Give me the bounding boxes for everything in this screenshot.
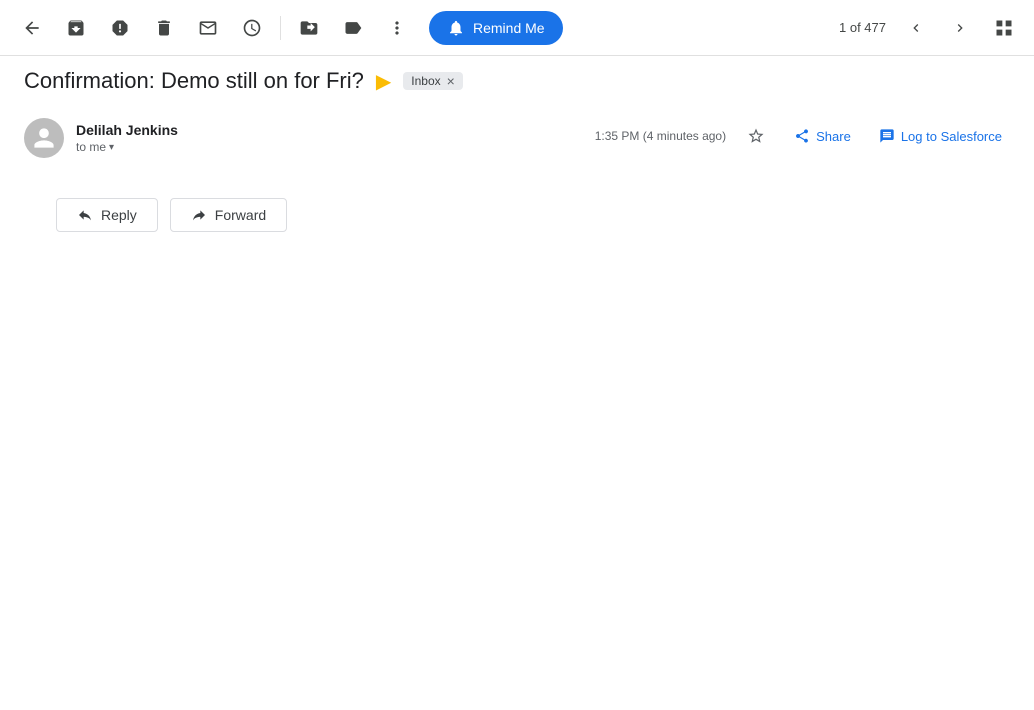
- back-button[interactable]: [12, 8, 52, 48]
- snooze-button[interactable]: [232, 8, 272, 48]
- label-as-button[interactable]: [333, 8, 373, 48]
- tag-arrow-icon: ▶: [376, 69, 391, 94]
- sender-to[interactable]: to me ▾: [76, 140, 178, 154]
- forward-icon: [191, 207, 207, 223]
- salesforce-icon: [879, 128, 895, 144]
- mark-unread-button[interactable]: [188, 8, 228, 48]
- inbox-badge-close-button[interactable]: ×: [447, 74, 455, 88]
- toolbar-divider: [280, 16, 281, 40]
- sender-details: Delilah Jenkins to me ▾: [76, 122, 178, 154]
- next-email-button[interactable]: [942, 10, 978, 46]
- pagination: 1 of 477: [839, 20, 890, 35]
- chevron-left-icon: [908, 20, 924, 36]
- sender-avatar: [24, 118, 64, 158]
- email-toolbar: Remind Me 1 of 477: [0, 0, 1034, 56]
- toolbar-right: 1 of 477: [839, 10, 1022, 46]
- share-label: Share: [816, 129, 851, 144]
- message-meta-right: 1:35 PM (4 minutes ago) Share Log to Sal…: [595, 118, 1010, 154]
- move-to-button[interactable]: [289, 8, 329, 48]
- message-header: Delilah Jenkins to me ▾ 1:35 PM (4 minut…: [24, 110, 1010, 166]
- inbox-badge: Inbox ×: [403, 72, 463, 90]
- toolbar-left: Remind Me: [12, 8, 835, 48]
- chevron-right-icon: [952, 20, 968, 36]
- star-icon: [747, 127, 765, 145]
- sender-name: Delilah Jenkins: [76, 122, 178, 138]
- star-button[interactable]: [738, 118, 774, 154]
- pagination-text: 1 of 477: [839, 20, 886, 35]
- snooze-icon: [242, 18, 262, 38]
- inbox-badge-label: Inbox: [411, 74, 440, 88]
- log-salesforce-label: Log to Salesforce: [901, 129, 1002, 144]
- message-area: Delilah Jenkins to me ▾ 1:35 PM (4 minut…: [0, 102, 1034, 174]
- grid-view-button[interactable]: [986, 10, 1022, 46]
- archive-button[interactable]: [56, 8, 96, 48]
- more-options-button[interactable]: [377, 8, 417, 48]
- forward-button[interactable]: Forward: [170, 198, 287, 232]
- forward-label: Forward: [215, 207, 266, 223]
- avatar-icon: [32, 126, 56, 150]
- report-spam-icon: [110, 18, 130, 38]
- delete-icon: [154, 18, 174, 38]
- message-timestamp: 1:35 PM (4 minutes ago): [595, 129, 726, 143]
- prev-email-button[interactable]: [898, 10, 934, 46]
- remind-me-label: Remind Me: [473, 20, 545, 36]
- more-options-icon: [387, 18, 407, 38]
- delete-button[interactable]: [144, 8, 184, 48]
- chevron-down-icon: ▾: [109, 142, 114, 153]
- move-to-icon: [299, 18, 319, 38]
- email-subject: Confirmation: Demo still on for Fri?: [24, 68, 364, 94]
- report-spam-button[interactable]: [100, 8, 140, 48]
- action-buttons-area: Reply Forward: [0, 174, 1034, 256]
- log-salesforce-button[interactable]: Log to Salesforce: [871, 122, 1010, 150]
- share-icon: [794, 128, 810, 144]
- label-as-icon: [343, 18, 363, 38]
- pagination-of: of 477: [846, 20, 886, 35]
- archive-icon: [66, 18, 86, 38]
- share-button[interactable]: Share: [786, 122, 859, 150]
- reply-label: Reply: [101, 207, 137, 223]
- sender-info: Delilah Jenkins to me ▾: [24, 118, 178, 158]
- reply-icon: [77, 207, 93, 223]
- back-icon: [22, 18, 42, 38]
- reply-button[interactable]: Reply: [56, 198, 158, 232]
- remind-me-button[interactable]: Remind Me: [429, 11, 563, 45]
- grid-icon: [994, 18, 1014, 38]
- subject-area: Confirmation: Demo still on for Fri? ▶ I…: [0, 56, 1034, 102]
- sender-to-label: to me: [76, 140, 106, 154]
- mark-unread-icon: [198, 18, 218, 38]
- bell-icon: [447, 19, 465, 37]
